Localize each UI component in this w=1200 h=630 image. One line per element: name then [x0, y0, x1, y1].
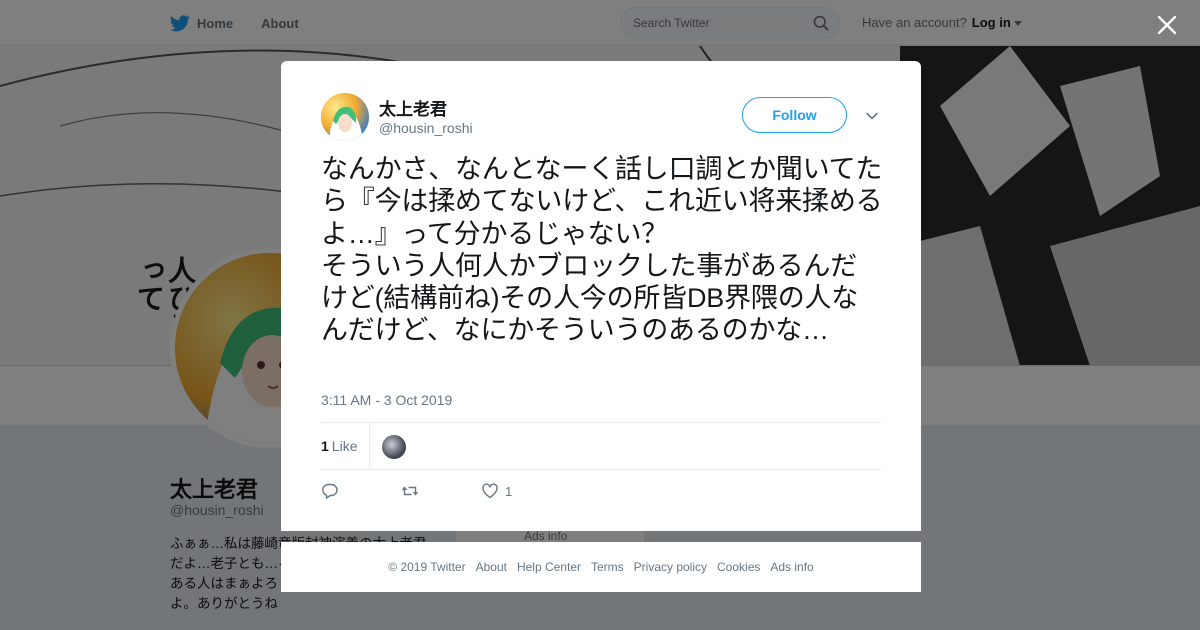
like-button[interactable]: 1 — [481, 482, 512, 500]
like-action-count: 1 — [505, 483, 513, 499]
like-stat-label: Like — [331, 438, 358, 454]
footer-terms[interactable]: Terms — [591, 560, 624, 574]
modal-footer: © 2019 Twitter About Help Center Terms P… — [281, 542, 921, 592]
tweet-modal: 太上老君 @housin_roshi Follow なんかさ、なんとなーく話し口… — [281, 61, 921, 531]
heart-icon — [482, 483, 498, 499]
close-icon[interactable] — [1155, 13, 1179, 37]
follow-button[interactable]: Follow — [742, 97, 847, 133]
like-stat[interactable]: 1 Like — [321, 438, 357, 454]
footer-about[interactable]: About — [476, 560, 507, 574]
tweet-stats: 1 Like — [321, 422, 881, 470]
footer-ads-info[interactable]: Ads info — [770, 560, 813, 574]
tweet-actions: 1 — [321, 481, 512, 501]
tweet-timestamp[interactable]: 3:11 AM - 3 Oct 2019 — [321, 392, 452, 408]
footer-cookies[interactable]: Cookies — [717, 560, 760, 574]
author-avatar[interactable] — [321, 93, 369, 141]
retweet-button[interactable] — [401, 482, 419, 500]
retweet-icon — [401, 486, 419, 496]
like-stat-count: 1 — [321, 438, 329, 454]
reply-button[interactable] — [321, 482, 339, 500]
author-name[interactable]: 太上老君 — [379, 95, 447, 120]
stats-divider — [369, 423, 370, 470]
footer-copyright[interactable]: © 2019 Twitter — [388, 560, 465, 574]
author-handle[interactable]: @housin_roshi — [379, 120, 473, 136]
reply-icon — [322, 483, 338, 499]
footer-privacy-policy[interactable]: Privacy policy — [634, 560, 707, 574]
footer-help-center[interactable]: Help Center — [517, 560, 581, 574]
chevron-down-icon[interactable] — [865, 109, 879, 123]
tweet-text: なんかさ、なんとなーく話し口調とか聞いてたら『今は揉めてないけど、これ近い将来揉… — [321, 154, 883, 346]
author-avatar-illustration — [321, 93, 369, 141]
liker-avatar[interactable] — [382, 435, 406, 459]
